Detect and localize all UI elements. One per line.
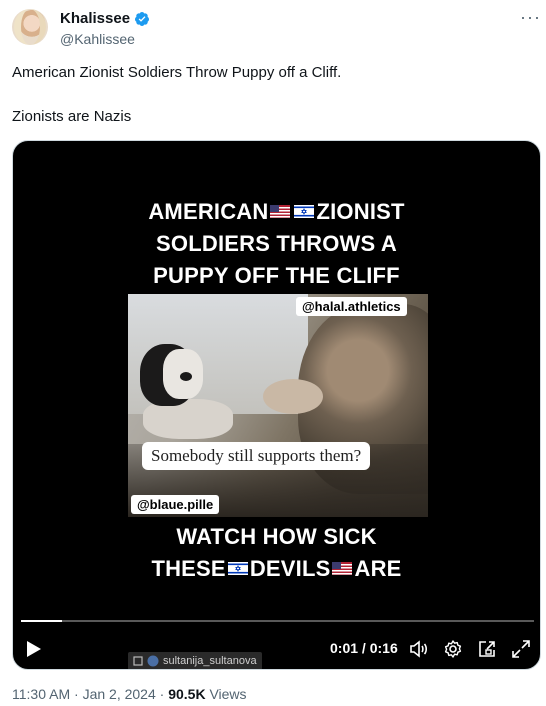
- views-label: Views: [209, 686, 247, 702]
- video-progress-fill: [21, 620, 63, 622]
- more-options-icon[interactable]: ···: [520, 8, 541, 26]
- video-player[interactable]: AMERICAN ZIONIST SOLDIERS THROWS A PUPPY …: [12, 140, 541, 670]
- display-name[interactable]: Khalissee: [60, 10, 130, 27]
- repost-watermark: sultanija_sultanova: [128, 652, 262, 669]
- volume-icon[interactable]: [409, 639, 429, 659]
- video-caption-top: AMERICAN ZIONIST SOLDIERS THROWS A PUPPY …: [13, 196, 540, 292]
- duration: 0:16: [369, 640, 398, 656]
- caption-text: DEVILS: [249, 556, 331, 581]
- fullscreen-icon[interactable]: [511, 639, 531, 659]
- caption-text: THESE: [151, 556, 226, 581]
- us-flag-icon: [270, 205, 291, 218]
- tweet: Khalissee @Kahlissee ··· American Zionis…: [0, 0, 546, 706]
- tweet-text-line: American Zionist Soldiers Throw Puppy of…: [12, 64, 342, 81]
- video-caption-bottom: WATCH HOW SICK THESE DEVILS ARE: [13, 521, 540, 585]
- caption-text: WATCH HOW SICK: [176, 524, 377, 549]
- handle[interactable]: @Kahlissee: [60, 31, 135, 47]
- avatar[interactable]: [12, 9, 48, 45]
- repost-icon: [133, 656, 143, 666]
- speech-caption: Somebody still supports them?: [142, 442, 371, 470]
- views-count: 90.5K: [168, 686, 206, 702]
- verified-badge-icon: [135, 11, 150, 26]
- caption-text: AMERICAN: [148, 199, 269, 224]
- watermark-text: sultanija_sultanova: [163, 655, 257, 667]
- current-time: 0:01: [330, 640, 359, 656]
- caption-text: PUPPY OFF THE CLIFF: [153, 263, 400, 288]
- picture-in-picture-icon[interactable]: [477, 639, 497, 659]
- tweet-text-line: Zionists are Nazis: [12, 108, 132, 125]
- author-row: Khalissee: [60, 10, 150, 27]
- tweet-meta: 11:30 AM · Jan 2, 2024 · 90.5K Views: [12, 686, 247, 702]
- video-frame: @halal.athletics Somebody still supports…: [128, 294, 428, 517]
- caption-text: ARE: [354, 556, 402, 581]
- israel-flag-icon: [227, 562, 248, 575]
- israel-flag-icon: [294, 205, 315, 218]
- watermark-tag: @halal.athletics: [296, 297, 407, 316]
- time-separator: /: [361, 640, 366, 656]
- account-avatar-icon: [147, 655, 159, 667]
- caption-text: SOLDIERS THROWS A: [156, 231, 397, 256]
- caption-text: ZIONIST: [316, 199, 405, 224]
- post-time[interactable]: 11:30 AM: [12, 686, 70, 702]
- video-progress-bar[interactable]: [21, 620, 534, 622]
- play-icon[interactable]: [26, 640, 42, 658]
- watermark-tag: @blaue.pille: [131, 495, 220, 514]
- us-flag-icon: [332, 562, 353, 575]
- post-date[interactable]: Jan 2, 2024: [83, 686, 156, 702]
- settings-icon[interactable]: [443, 639, 463, 659]
- video-time: 0:01 / 0:16: [330, 640, 398, 656]
